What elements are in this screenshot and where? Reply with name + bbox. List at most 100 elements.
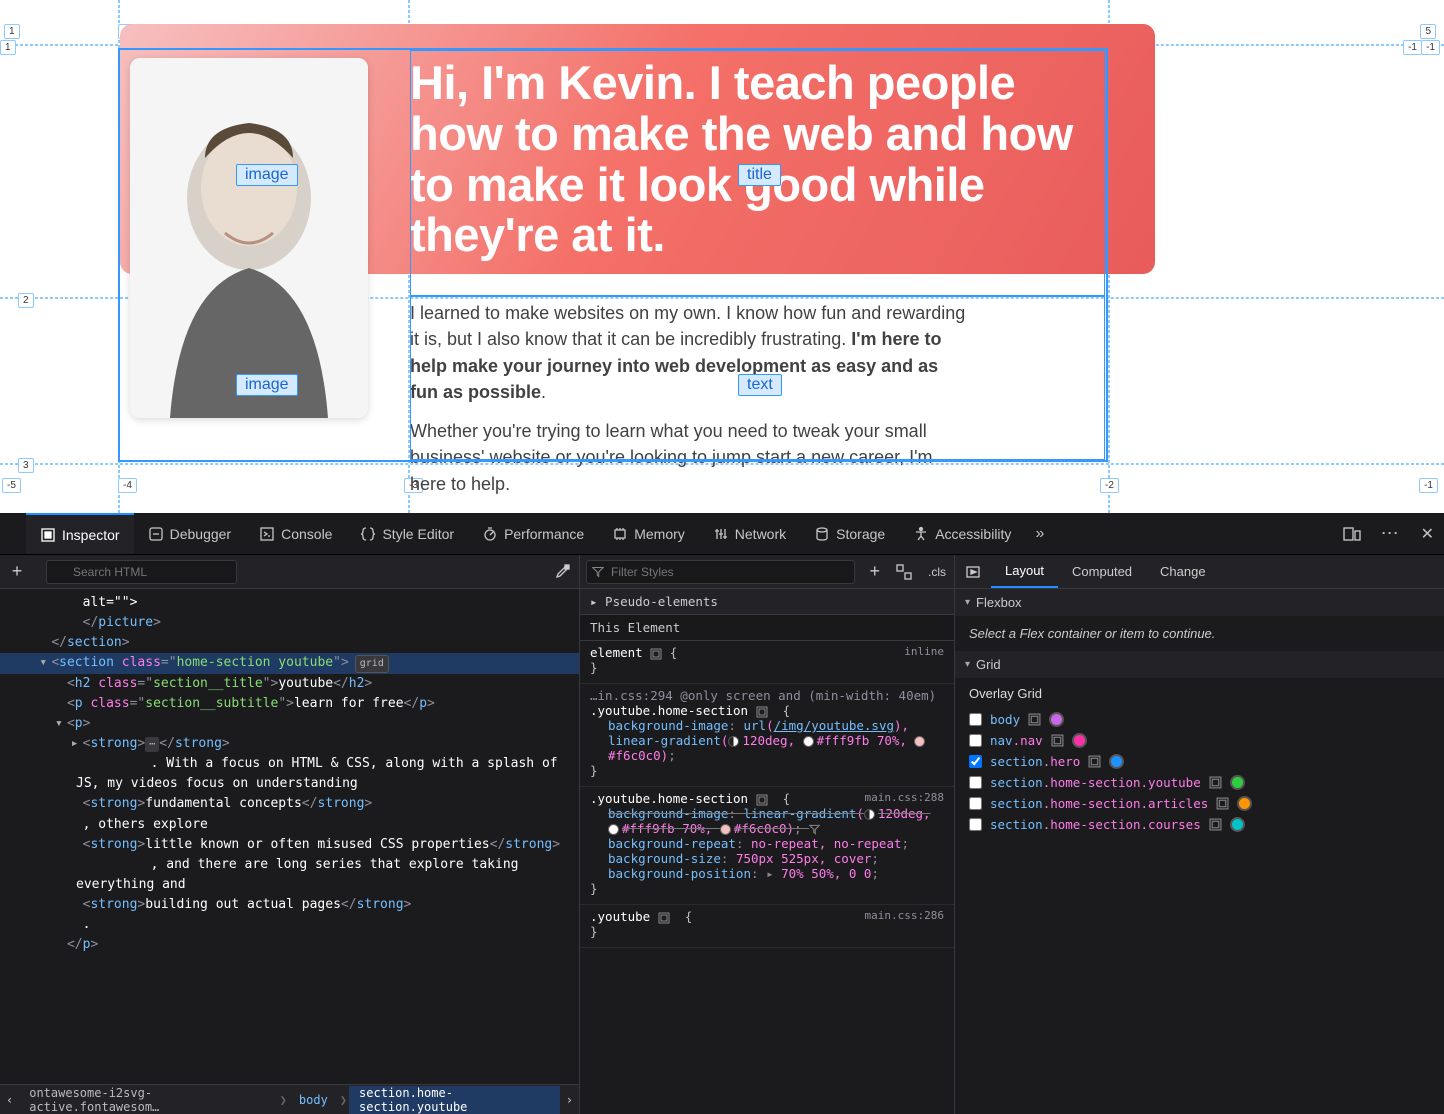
tab-accessibility[interactable]: Accessibility <box>899 513 1025 554</box>
grid-target-icon <box>1209 818 1222 831</box>
filter-styles-input[interactable] <box>586 560 855 584</box>
html-tree-line[interactable]: <strong>fundamental concepts</strong> <box>0 794 579 814</box>
filter-icon <box>592 566 604 578</box>
grid-target-icon <box>1088 755 1101 768</box>
tab-console[interactable]: Console <box>245 513 346 554</box>
grid-color-swatch[interactable] <box>1230 775 1245 790</box>
html-tree-line[interactable]: , others explore <box>0 815 579 835</box>
grid-num: -5 <box>2 478 21 493</box>
grid-target-icon <box>1051 734 1064 747</box>
add-element-button[interactable]: + <box>0 561 34 582</box>
html-tree-line[interactable]: ▸<strong>⋯</strong> <box>0 734 579 754</box>
html-tree-line[interactable]: ▾<section class="home-section youtube">g… <box>0 653 579 673</box>
grid-num: -2 <box>1100 478 1119 493</box>
layout-tab-computed[interactable]: Computed <box>1058 555 1146 588</box>
devtools-panel: Inspector Debugger Console Style Editor … <box>0 513 1444 1114</box>
grid-color-swatch[interactable] <box>1049 712 1064 727</box>
tabs-overflow-button[interactable]: » <box>1025 513 1054 554</box>
flexbox-section-header[interactable]: ▾Flexbox <box>955 589 1444 616</box>
grid-num: -4 <box>118 478 137 493</box>
html-pane: + alt=""> </picture> </section> ▾<sectio… <box>0 555 580 1114</box>
element-picker-button[interactable] <box>6 513 26 554</box>
grid-color-swatch[interactable] <box>1109 754 1124 769</box>
overlay-grid-checkbox[interactable] <box>969 734 982 747</box>
style-rule[interactable]: main.css:286.youtube {} <box>580 905 954 948</box>
layout-tab-changes[interactable]: Change <box>1146 555 1220 588</box>
breadcrumb-item[interactable]: section.home-section.youtube <box>349 1086 560 1114</box>
pseudo-class-button[interactable] <box>888 555 920 588</box>
tab-storage[interactable]: Storage <box>800 513 899 554</box>
flexbox-hint: Select a Flex container or item to conti… <box>955 616 1444 651</box>
breadcrumb-next[interactable]: › <box>560 1093 579 1107</box>
overlay-grid-checkbox[interactable] <box>969 818 982 831</box>
overlay-grid-item[interactable]: section.home-section.courses <box>969 814 1430 835</box>
layout-expand-button[interactable] <box>955 564 991 580</box>
html-tree-line[interactable]: ▾<p> <box>0 714 579 734</box>
overlay-grid-item[interactable]: nav.nav <box>969 730 1430 751</box>
grid-color-swatch[interactable] <box>1237 796 1252 811</box>
grid-num: 1 <box>4 24 20 39</box>
tab-styleeditor[interactable]: Style Editor <box>346 513 468 554</box>
tab-performance[interactable]: Performance <box>468 513 598 554</box>
layout-tabbar: LayoutComputedChange <box>955 555 1444 589</box>
overlay-grid-checkbox[interactable] <box>969 713 982 726</box>
html-tree-line[interactable]: </section> <box>0 633 579 653</box>
hero-portrait <box>130 58 368 418</box>
page-viewport: 1 2 3 4 5 1 -1 2 3 -5 -4 -3 -2 -1 -1 Hi,… <box>0 0 1444 513</box>
pseudo-elements-header[interactable]: ▸ Pseudo-elements <box>580 589 954 615</box>
html-tree-line[interactable]: . With a focus on HTML & CSS, along with… <box>0 754 579 794</box>
html-toolbar: + <box>0 555 579 589</box>
html-tree-line[interactable]: . <box>0 915 579 935</box>
styles-pane: + .cls ▸ Pseudo-elementsThis Elementelem… <box>580 555 955 1114</box>
overlay-grid-checkbox[interactable] <box>969 797 982 810</box>
grid-num: 1 <box>0 40 16 55</box>
highlight-label-image: image <box>236 164 298 186</box>
devtools-menu-button[interactable]: ⋯ <box>1371 513 1411 554</box>
grid-num: -1 <box>1421 40 1440 55</box>
highlight-label-text: text <box>738 374 782 396</box>
breadcrumb-item[interactable]: ontawesome-i2svg-active.fontawesom… <box>19 1086 277 1114</box>
html-tree-line[interactable]: , and there are long series that explore… <box>0 855 579 895</box>
tab-memory[interactable]: Memory <box>598 513 699 554</box>
hero-title: Hi, I'm Kevin. I teach people how to mak… <box>410 58 1100 261</box>
tab-inspector[interactable]: Inspector <box>26 513 134 554</box>
html-tree-line[interactable]: <strong>little known or often misused CS… <box>0 835 579 855</box>
overlay-grid-item[interactable]: body <box>969 709 1430 730</box>
layout-tab-layout[interactable]: Layout <box>991 555 1058 588</box>
devtools-body: + alt=""> </picture> </section> ▾<sectio… <box>0 555 1444 1114</box>
html-tree-line[interactable]: </picture> <box>0 613 579 633</box>
add-rule-button[interactable]: + <box>861 555 888 588</box>
grid-section-header[interactable]: ▾Grid <box>955 651 1444 678</box>
html-tree-line[interactable]: <p class="section__subtitle">learn for f… <box>0 694 579 714</box>
html-tree-line[interactable]: <strong>building out actual pages</stron… <box>0 895 579 915</box>
styles-toolbar: + .cls <box>580 555 954 589</box>
cls-toggle-button[interactable]: .cls <box>920 555 954 588</box>
overlay-grid-checkbox[interactable] <box>969 755 982 768</box>
style-rule[interactable]: main.css:288.youtube.home-section {backg… <box>580 787 954 905</box>
overlay-grid-title: Overlay Grid <box>969 686 1430 701</box>
grid-color-swatch[interactable] <box>1230 817 1245 832</box>
breadcrumb-item[interactable]: body <box>289 1093 338 1107</box>
styles-rules[interactable]: ▸ Pseudo-elementsThis Elementelement {in… <box>580 589 954 1114</box>
responsive-mode-button[interactable] <box>1333 513 1371 554</box>
devtools-close-button[interactable]: ✕ <box>1411 513 1444 554</box>
grid-color-swatch[interactable] <box>1072 733 1087 748</box>
eyedropper-button[interactable] <box>545 564 579 580</box>
html-tree-line[interactable]: </p> <box>0 935 579 955</box>
overlay-grid-item[interactable]: section.home-section.youtube <box>969 772 1430 793</box>
devtools-tabbar: Inspector Debugger Console Style Editor … <box>0 513 1444 555</box>
overlay-grid-item[interactable]: section.hero <box>969 751 1430 772</box>
html-tree-line[interactable]: alt=""> <box>0 593 579 613</box>
hero-text-p2: Whether you're trying to learn what you … <box>410 418 970 497</box>
html-tree-line[interactable]: <h2 class="section__title">youtube</h2> <box>0 674 579 694</box>
html-tree[interactable]: alt=""> </picture> </section> ▾<section … <box>0 589 579 1084</box>
style-rule[interactable]: …in.css:294 @only screen and (min-width:… <box>580 684 954 787</box>
overlay-grid-checkbox[interactable] <box>969 776 982 789</box>
breadcrumb-prev[interactable]: ‹ <box>0 1093 19 1107</box>
tab-debugger[interactable]: Debugger <box>134 513 246 554</box>
tab-network[interactable]: Network <box>699 513 800 554</box>
breadcrumb-bar: ‹ ontawesome-i2svg-active.fontawesom…❯bo… <box>0 1084 579 1114</box>
overlay-grid-item[interactable]: section.home-section.articles <box>969 793 1430 814</box>
search-html-input[interactable] <box>46 560 237 584</box>
style-rule[interactable]: element {inline} <box>580 641 954 684</box>
